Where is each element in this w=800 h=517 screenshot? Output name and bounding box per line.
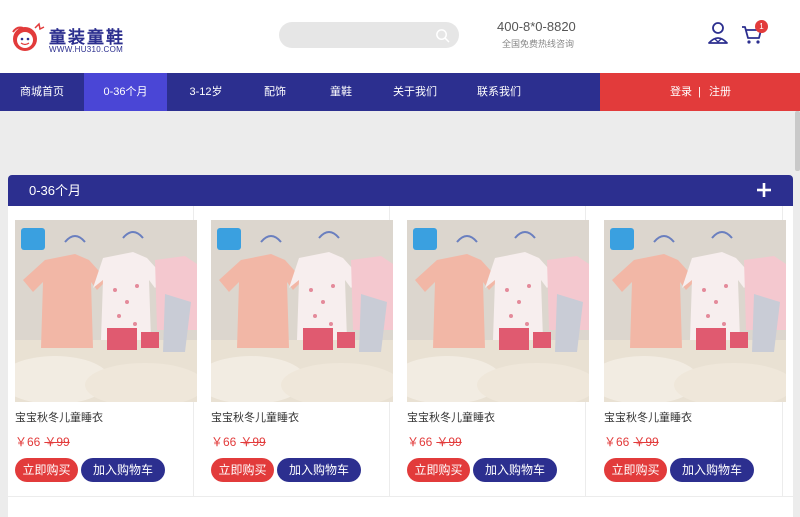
nav-item-3-12-years[interactable]: 3-12岁 — [176, 73, 236, 111]
product-card: 宝宝秋冬儿童睡衣 ￥66 ￥99 立即购买 加入购物车 — [8, 206, 197, 496]
original-price: ￥99 — [240, 435, 266, 449]
auth-separator: | — [698, 86, 701, 98]
brand-url: WWW.HU310.COM — [49, 45, 124, 54]
scrollbar[interactable] — [795, 111, 800, 171]
logo[interactable]: 童装童鞋 WWW.HU310.COM — [7, 18, 137, 58]
product-price: ￥66 ￥99 — [604, 433, 659, 450]
product-price: ￥66 ￥99 — [211, 433, 266, 450]
product-card: 宝宝秋冬儿童睡衣 ￥66 ￥99 立即购买 加入购物车 — [400, 206, 589, 496]
product-name[interactable]: 宝宝秋冬儿童睡衣 — [211, 409, 299, 425]
row-divider — [8, 496, 793, 497]
product-name[interactable]: 宝宝秋冬儿童睡衣 — [604, 409, 692, 425]
current-price: ￥66 — [15, 435, 41, 449]
user-icon[interactable] — [707, 21, 729, 45]
cart-count-badge: 1 — [755, 20, 768, 33]
product-price: ￥66 ￥99 — [407, 433, 462, 450]
plus-icon[interactable] — [755, 181, 773, 199]
buy-now-button[interactable]: 立即购买 — [211, 458, 274, 482]
search-input[interactable] — [291, 25, 431, 45]
add-to-cart-button[interactable]: 加入购物车 — [277, 458, 361, 482]
add-to-cart-button[interactable]: 加入购物车 — [81, 458, 165, 482]
baby-face-logo-icon — [12, 22, 45, 51]
nav-item-shoes[interactable]: 童鞋 — [318, 73, 364, 111]
site-header: 童装童鞋 WWW.HU310.COM 400-8*0-8820 全国免费热线咨询… — [0, 0, 800, 73]
nav-item-accessories[interactable]: 配饰 — [252, 73, 298, 111]
nav-item-0-36-months[interactable]: 0-36个月 — [84, 73, 167, 111]
pajamas-photo — [604, 220, 786, 402]
category-title: 0-36个月 — [29, 183, 82, 198]
add-to-cart-button[interactable]: 加入购物车 — [670, 458, 754, 482]
product-image[interactable] — [407, 220, 589, 402]
nav-item-home[interactable]: 商城首页 — [0, 73, 84, 111]
product-card: 宝宝秋冬儿童睡衣 ￥66 ￥99 立即购买 加入购物车 — [204, 206, 393, 496]
register-link[interactable]: 注册 — [709, 73, 731, 111]
product-name[interactable]: 宝宝秋冬儿童睡衣 — [407, 409, 495, 425]
nav-item-about[interactable]: 关于我们 — [388, 73, 442, 111]
original-price: ￥99 — [44, 435, 70, 449]
product-image[interactable] — [604, 220, 786, 402]
main-nav: 商城首页 0-36个月 3-12岁 配饰 童鞋 关于我们 联系我们 登录 | 注… — [0, 73, 800, 111]
current-price: ￥66 — [211, 435, 237, 449]
current-price: ￥66 — [407, 435, 433, 449]
search-icon[interactable] — [435, 28, 450, 43]
buy-now-button[interactable]: 立即购买 — [407, 458, 470, 482]
buy-now-button[interactable]: 立即购买 — [604, 458, 667, 482]
pajamas-photo — [211, 220, 393, 402]
original-price: ￥99 — [436, 435, 462, 449]
category-header: 0-36个月 — [8, 175, 793, 206]
product-image[interactable] — [211, 220, 393, 402]
auth-bar: 登录 | 注册 — [600, 73, 800, 111]
product-grid: 宝宝秋冬儿童睡衣 ￥66 ￥99 立即购买 加入购物车 宝宝秋冬儿童睡衣 ￥66… — [8, 206, 793, 517]
add-to-cart-button[interactable]: 加入购物车 — [473, 458, 557, 482]
current-price: ￥66 — [604, 435, 630, 449]
nav-item-contact[interactable]: 联系我们 — [472, 73, 526, 111]
hotline-label: 全国免费热线咨询 — [502, 39, 575, 49]
product-card: 宝宝秋冬儿童睡衣 ￥66 ￥99 立即购买 加入购物车 — [597, 206, 786, 496]
buy-now-button[interactable]: 立即购买 — [15, 458, 78, 482]
original-price: ￥99 — [633, 435, 659, 449]
pajamas-photo — [15, 220, 197, 402]
product-price: ￥66 ￥99 — [15, 433, 70, 450]
product-name[interactable]: 宝宝秋冬儿童睡衣 — [15, 409, 103, 425]
search-box — [279, 22, 459, 48]
hotline-number: 400-8*0-8820 — [497, 19, 576, 34]
login-link[interactable]: 登录 — [670, 73, 692, 111]
product-image[interactable] — [15, 220, 197, 402]
pajamas-photo — [407, 220, 589, 402]
